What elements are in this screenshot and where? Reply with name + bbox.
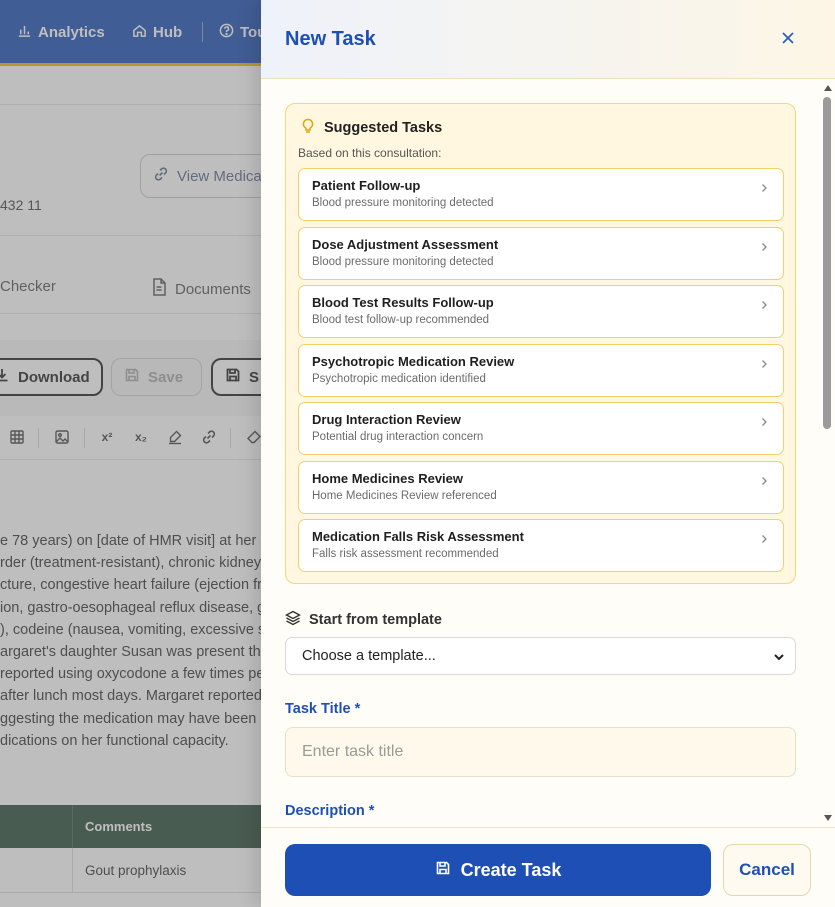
drawer-footer: Create Task Cancel bbox=[261, 827, 835, 907]
suggested-task-psychotropic-review[interactable]: Psychotropic Medication Review Psychotro… bbox=[298, 343, 784, 397]
new-task-drawer: New Task Suggested Tasks Based on this c… bbox=[261, 0, 835, 907]
suggested-task-list: Patient Follow-up Blood pressure monitor… bbox=[298, 168, 784, 578]
chevron-right-icon bbox=[759, 473, 769, 485]
scroll-down-arrow[interactable] bbox=[824, 815, 832, 821]
chevron-down-icon bbox=[773, 651, 785, 663]
template-select[interactable]: Choose a template... bbox=[285, 637, 796, 675]
suggested-task-dose-adjustment[interactable]: Dose Adjustment Assessment Blood pressur… bbox=[298, 226, 784, 280]
suggested-task-patient-follow-up[interactable]: Patient Follow-up Blood pressure monitor… bbox=[298, 168, 784, 221]
scroll-up-arrow[interactable] bbox=[824, 85, 832, 91]
close-button[interactable] bbox=[776, 28, 800, 52]
suggested-task-blood-test-follow-up[interactable]: Blood Test Results Follow-up Blood test … bbox=[298, 285, 784, 338]
suggested-task-drug-interaction[interactable]: Drug Interaction Review Potential drug i… bbox=[298, 402, 784, 455]
scrollbar-thumb[interactable] bbox=[823, 97, 831, 429]
lightbulb-icon bbox=[300, 118, 316, 138]
cancel-button[interactable]: Cancel bbox=[723, 844, 811, 896]
chevron-right-icon bbox=[759, 239, 769, 251]
close-icon bbox=[779, 29, 797, 52]
suggested-task-falls-risk[interactable]: Medication Falls Risk Assessment Falls r… bbox=[298, 519, 784, 572]
chevron-right-icon bbox=[759, 414, 769, 426]
drawer-header: New Task bbox=[261, 0, 835, 79]
layers-icon bbox=[285, 610, 301, 630]
create-task-button[interactable]: Create Task bbox=[285, 844, 711, 896]
chevron-right-icon bbox=[759, 531, 769, 543]
template-label: Start from template bbox=[285, 610, 442, 630]
chevron-right-icon bbox=[759, 356, 769, 368]
description-label: Description * bbox=[285, 803, 375, 819]
suggested-tasks-heading: Suggested Tasks bbox=[300, 118, 442, 138]
task-title-label: Task Title * bbox=[285, 701, 361, 717]
chevron-right-icon bbox=[759, 297, 769, 309]
drawer-body: Suggested Tasks Based on this consultati… bbox=[261, 79, 835, 827]
drawer-scrollbar[interactable] bbox=[819, 79, 835, 827]
drawer-title: New Task bbox=[285, 28, 376, 50]
suggested-tasks-panel: Suggested Tasks Based on this consultati… bbox=[285, 103, 796, 584]
suggested-task-home-medicines-review[interactable]: Home Medicines Review Home Medicines Rev… bbox=[298, 460, 784, 514]
task-title-input[interactable]: Enter task title bbox=[285, 727, 796, 777]
suggested-tasks-subheading: Based on this consultation: bbox=[298, 146, 442, 160]
save-icon bbox=[435, 860, 451, 881]
chevron-right-icon bbox=[759, 180, 769, 192]
